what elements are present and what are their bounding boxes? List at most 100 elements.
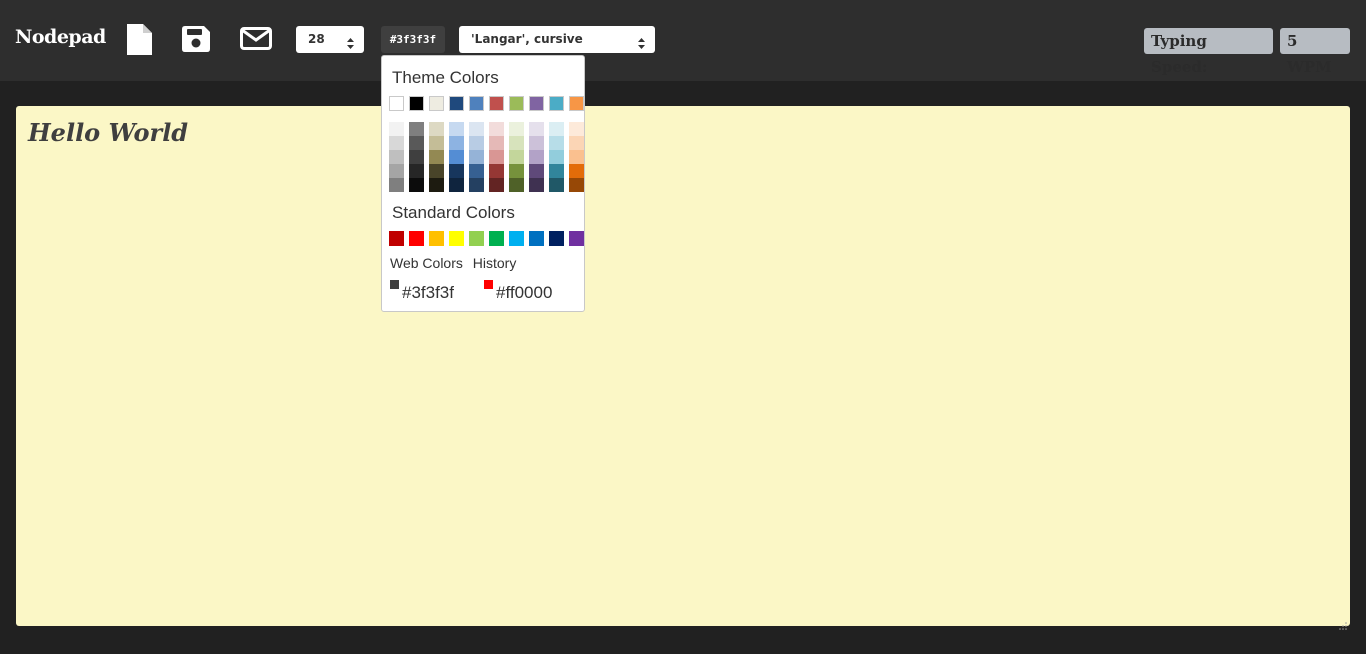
tab-web-colors[interactable]: Web Colors: [390, 255, 463, 271]
shade-swatch[interactable]: [489, 122, 504, 136]
shade-swatch[interactable]: [409, 136, 424, 150]
color-swatch[interactable]: [389, 96, 404, 111]
shade-swatch[interactable]: [529, 178, 544, 192]
color-swatch[interactable]: [569, 96, 584, 111]
shade-swatch[interactable]: [409, 178, 424, 192]
shade-swatch[interactable]: [509, 150, 524, 164]
color-swatch[interactable]: [489, 96, 504, 111]
shade-swatch[interactable]: [469, 136, 484, 150]
shade-swatch[interactable]: [449, 164, 464, 178]
color-picker-dropdown: Theme Colors Standard Colors Web Colors …: [381, 55, 585, 312]
color-swatch[interactable]: [429, 231, 444, 246]
shade-swatch[interactable]: [549, 178, 564, 192]
shade-swatch[interactable]: [389, 178, 404, 192]
save-icon: [182, 26, 210, 52]
standard-colors-title: Standard Colors: [392, 203, 515, 222]
shade-swatch[interactable]: [449, 122, 464, 136]
font-family-select[interactable]: 'Langar', cursive: [459, 26, 655, 53]
history-item[interactable]: #ff0000: [484, 280, 552, 303]
shade-swatch[interactable]: [569, 136, 584, 150]
color-swatch[interactable]: [469, 231, 484, 246]
new-file-icon: [127, 24, 152, 55]
resize-handle-icon[interactable]: [1339, 615, 1347, 630]
typing-speed-label: Typing Speed:: [1144, 28, 1273, 76]
shade-swatch[interactable]: [429, 164, 444, 178]
shade-swatch[interactable]: [529, 150, 544, 164]
shade-swatch[interactable]: [409, 122, 424, 136]
shade-swatch[interactable]: [389, 122, 404, 136]
shade-swatch[interactable]: [489, 178, 504, 192]
font-size-select[interactable]: 28: [296, 26, 364, 53]
shade-swatch[interactable]: [509, 122, 524, 136]
shade-swatch[interactable]: [469, 164, 484, 178]
color-swatch[interactable]: [549, 231, 564, 246]
shade-swatch[interactable]: [549, 136, 564, 150]
theme-shades-grid: [389, 122, 584, 192]
shade-swatch[interactable]: [509, 178, 524, 192]
color-swatch[interactable]: [409, 96, 424, 111]
color-swatch[interactable]: [469, 96, 484, 111]
shade-swatch[interactable]: [449, 150, 464, 164]
shade-swatch[interactable]: [569, 178, 584, 192]
shade-swatch[interactable]: [429, 150, 444, 164]
shade-swatch[interactable]: [569, 164, 584, 178]
editor-textarea[interactable]: Hello World: [16, 106, 1350, 630]
shade-swatch[interactable]: [529, 122, 544, 136]
color-swatch[interactable]: [549, 96, 564, 111]
save-button[interactable]: [182, 26, 210, 52]
shade-column: [429, 122, 444, 192]
shade-swatch[interactable]: [569, 122, 584, 136]
color-swatch[interactable]: [529, 96, 544, 111]
tab-history[interactable]: History: [473, 255, 517, 271]
color-swatch[interactable]: [529, 231, 544, 246]
shade-swatch[interactable]: [509, 136, 524, 150]
shade-swatch[interactable]: [529, 164, 544, 178]
shade-column: [409, 122, 424, 192]
new-file-button[interactable]: [127, 24, 152, 55]
shade-swatch[interactable]: [449, 136, 464, 150]
shade-swatch[interactable]: [389, 136, 404, 150]
theme-colors-row: [389, 96, 584, 111]
shade-swatch[interactable]: [489, 150, 504, 164]
color-swatch[interactable]: [389, 231, 404, 246]
email-button[interactable]: [240, 27, 272, 50]
shade-swatch[interactable]: [549, 150, 564, 164]
color-swatch[interactable]: [429, 96, 444, 111]
shade-swatch[interactable]: [489, 164, 504, 178]
color-swatch[interactable]: [489, 231, 504, 246]
shade-swatch[interactable]: [469, 122, 484, 136]
theme-colors-title: Theme Colors: [392, 68, 499, 87]
history-label: #ff0000: [496, 283, 553, 302]
shade-swatch[interactable]: [549, 122, 564, 136]
app-brand[interactable]: Nodepad: [15, 26, 106, 48]
shade-swatch[interactable]: [389, 150, 404, 164]
color-swatch[interactable]: [409, 231, 424, 246]
color-swatch[interactable]: [509, 231, 524, 246]
shade-swatch[interactable]: [469, 150, 484, 164]
shade-column: [389, 122, 404, 192]
shade-swatch[interactable]: [569, 150, 584, 164]
font-size-value: 28: [308, 32, 325, 46]
shade-column: [569, 122, 584, 192]
shade-swatch[interactable]: [389, 164, 404, 178]
shade-swatch[interactable]: [409, 150, 424, 164]
shade-swatch[interactable]: [429, 122, 444, 136]
shade-swatch[interactable]: [409, 164, 424, 178]
shade-swatch[interactable]: [429, 136, 444, 150]
shade-swatch[interactable]: [449, 178, 464, 192]
shade-swatch[interactable]: [429, 178, 444, 192]
color-picker-button[interactable]: #3f3f3f: [381, 26, 445, 53]
shade-column: [449, 122, 464, 192]
history-item[interactable]: #3f3f3f: [390, 280, 454, 303]
color-swatch[interactable]: [449, 96, 464, 111]
shade-swatch[interactable]: [489, 136, 504, 150]
typing-speed-value: 5 WPM: [1280, 28, 1350, 76]
color-swatch[interactable]: [569, 231, 584, 246]
shade-column: [529, 122, 544, 192]
color-swatch[interactable]: [509, 96, 524, 111]
shade-swatch[interactable]: [509, 164, 524, 178]
shade-swatch[interactable]: [549, 164, 564, 178]
shade-swatch[interactable]: [469, 178, 484, 192]
color-swatch[interactable]: [449, 231, 464, 246]
shade-swatch[interactable]: [529, 136, 544, 150]
